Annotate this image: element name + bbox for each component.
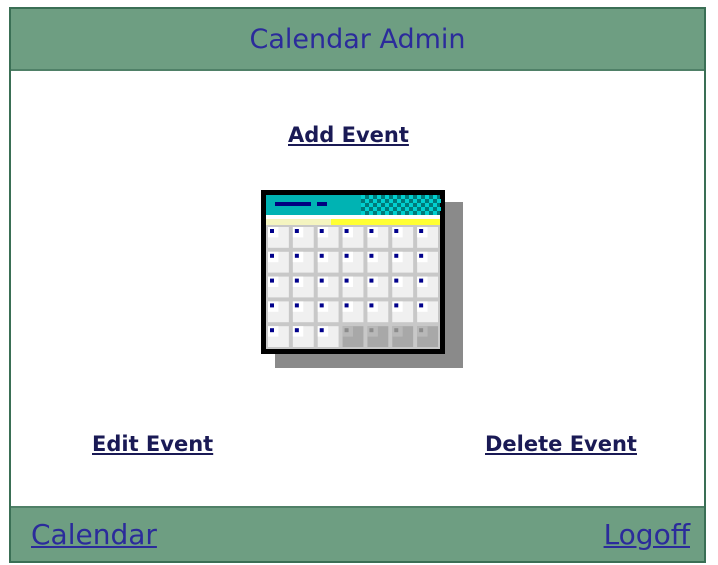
calendar-link[interactable]: Calendar <box>31 518 157 551</box>
main-content: Add Event Edit Event Delete Event <box>11 71 704 506</box>
footer-bar: Calendar Logoff <box>11 506 704 561</box>
add-event-link[interactable]: Add Event <box>288 123 409 147</box>
admin-panel: Calendar Admin Add Event Edit Event Dele… <box>9 7 706 563</box>
delete-event-link[interactable]: Delete Event <box>485 432 637 456</box>
edit-event-link[interactable]: Edit Event <box>92 432 213 456</box>
page-title: Calendar Admin <box>249 23 466 55</box>
header-bar: Calendar Admin <box>11 9 704 71</box>
logoff-link[interactable]: Logoff <box>604 518 690 551</box>
calendar-icon[interactable] <box>261 190 463 371</box>
